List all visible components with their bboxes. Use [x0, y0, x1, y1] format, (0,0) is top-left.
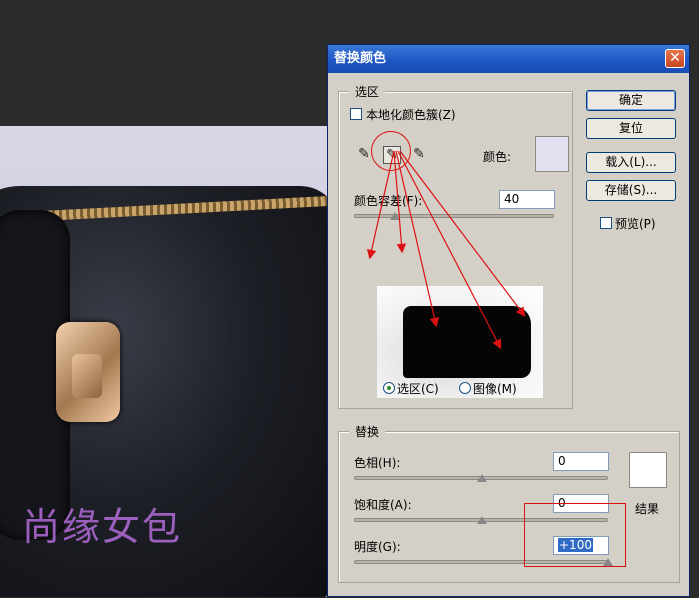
reset-button[interactable]: 复位 [586, 118, 676, 139]
eyedropper-icon[interactable]: ✎ [356, 146, 372, 162]
dialog-title: 替换颜色 [334, 51, 387, 66]
ok-button[interactable]: 确定 [586, 90, 676, 111]
replace-color-dialog: 替换颜色 ✕ 选区 本地化颜色簇(Z) ✎ ✎ ✎ 颜色: 颜色容差(F): 4… [327, 44, 690, 597]
result-label: 结果 [635, 502, 660, 516]
selection-color-swatch[interactable] [535, 136, 569, 172]
annotation-box [524, 503, 626, 567]
hue-input[interactable]: 0 [553, 452, 609, 471]
replace-group: 替换 色相(H): 0 饱和度(A): 0 明度(G): +100 结果 [338, 423, 680, 583]
load-button[interactable]: 载入(L)... [586, 152, 676, 173]
fuzziness-slider-thumb[interactable] [390, 212, 400, 220]
bag-photo: 尚缘女包 [0, 126, 330, 597]
hue-label: 色相(H): [354, 456, 401, 470]
fuzziness-input[interactable]: 40 [499, 190, 555, 209]
annotation-circle [371, 131, 411, 171]
localized-clusters-checkbox[interactable] [350, 108, 362, 120]
close-button[interactable]: ✕ [665, 49, 685, 68]
lightness-label: 明度(G): [354, 540, 401, 554]
fuzziness-slider-track[interactable] [354, 214, 554, 218]
eyedropper-subtract-icon[interactable]: ✎ [411, 146, 427, 162]
localized-clusters-label: 本地化颜色簇(Z) [366, 108, 456, 122]
hue-slider-thumb[interactable] [477, 474, 487, 482]
dialog-titlebar[interactable]: 替换颜色 ✕ [328, 45, 689, 73]
bag-lock [56, 322, 120, 422]
radio-selection-label: 选区(C) [397, 382, 439, 396]
fuzziness-label: 颜色容差(F): [354, 194, 423, 208]
watermark-text: 尚缘女包 [22, 505, 183, 549]
preview-checkbox-label: 预览(P) [615, 217, 656, 231]
selection-group: 选区 本地化颜色簇(Z) ✎ ✎ ✎ 颜色: 颜色容差(F): 40 选区(C)… [338, 83, 573, 409]
radio-selection[interactable] [383, 382, 395, 394]
color-label: 颜色: [483, 150, 512, 164]
saturation-label: 饱和度(A): [354, 498, 412, 512]
radio-image-label: 图像(M) [473, 382, 517, 396]
preview-bag-silhouette [403, 306, 531, 378]
radio-image[interactable] [459, 382, 471, 394]
replace-group-title: 替换 [349, 423, 386, 440]
result-color-swatch[interactable] [629, 452, 667, 488]
preview-checkbox[interactable] [600, 217, 612, 229]
saturation-slider-thumb[interactable] [477, 516, 487, 524]
save-button[interactable]: 存储(S)... [586, 180, 676, 201]
selection-group-title: 选区 [349, 83, 386, 100]
